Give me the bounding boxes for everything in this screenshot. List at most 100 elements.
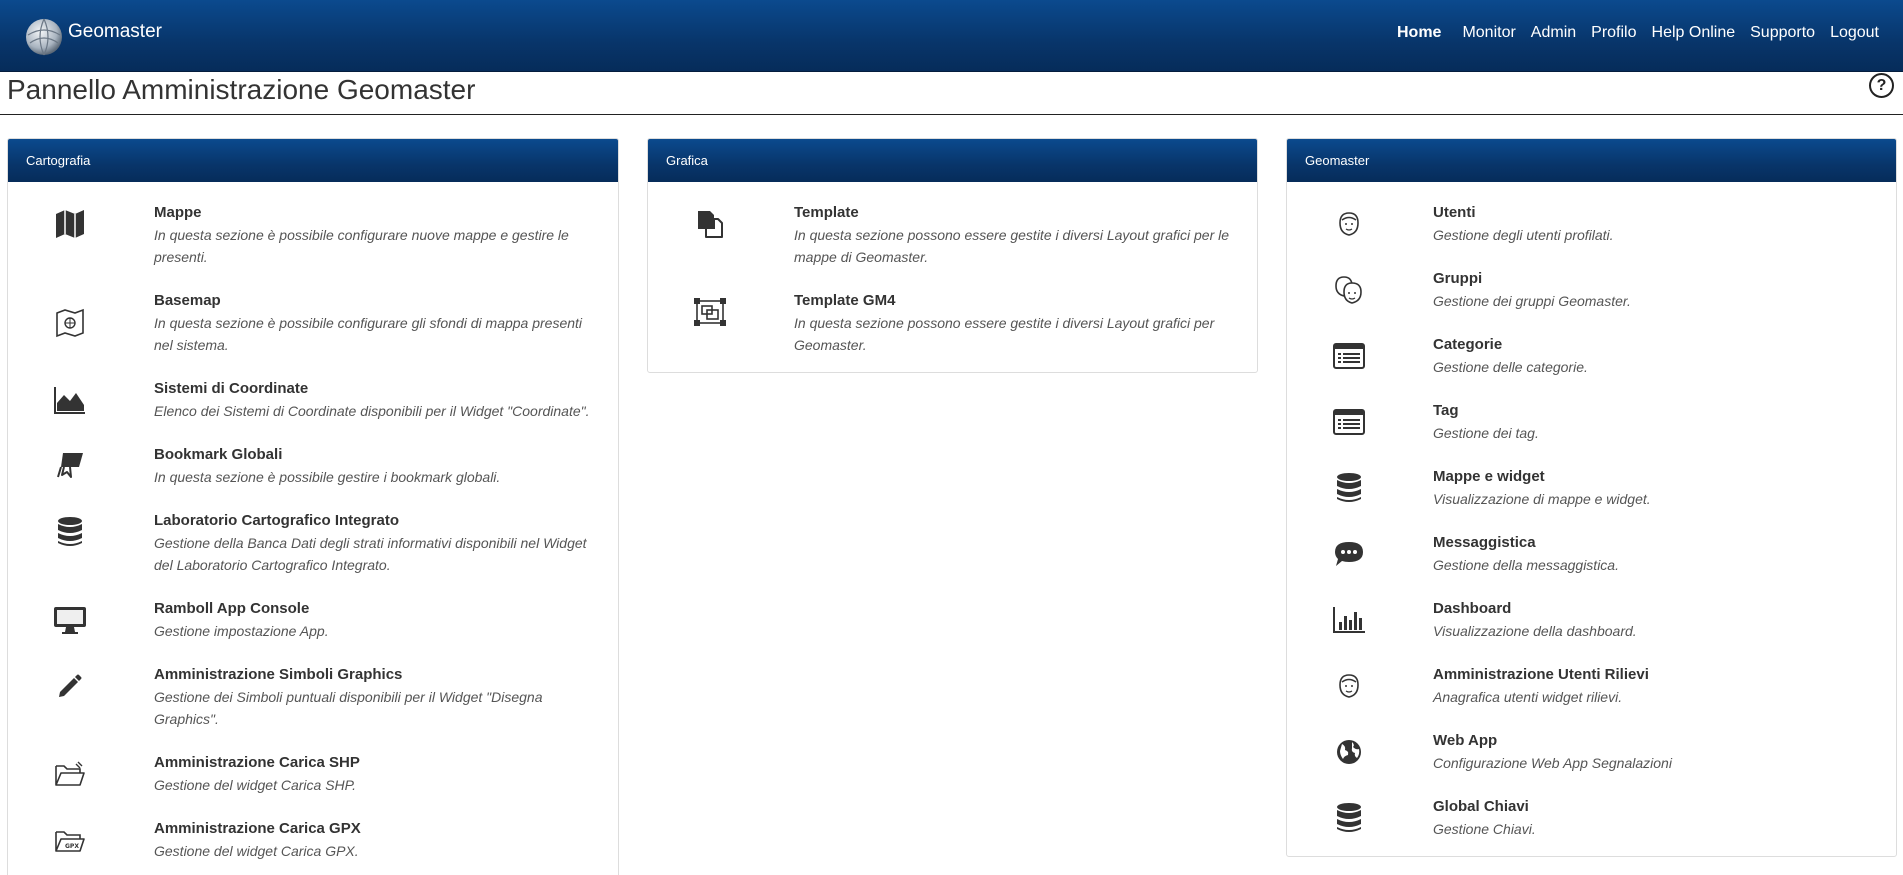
nav-monitor[interactable]: Monitor: [1462, 24, 1515, 42]
top-navbar: Geomaster Home Monitor Admin Profilo Hel…: [0, 0, 1903, 72]
item-title[interactable]: Dashboard: [1433, 598, 1876, 620]
item-title[interactable]: Global Chiavi: [1433, 796, 1876, 818]
admin-item-laboratorio-cartografico[interactable]: Laboratorio Cartografico Integrato Gesti…: [8, 510, 618, 598]
admin-item-bookmark-globali[interactable]: Bookmark Globali In questa sezione è pos…: [8, 444, 618, 510]
admin-item-carica-shp[interactable]: Amministrazione Carica SHP Gestione del …: [8, 752, 618, 818]
panel-geomaster: Geomaster Utenti Gestione degli utenti p…: [1286, 138, 1897, 857]
admin-item-web-app[interactable]: Web App Configurazione Web App Segnalazi…: [1287, 730, 1896, 796]
list-icon: [1323, 334, 1375, 378]
item-title[interactable]: Web App: [1433, 730, 1876, 752]
admin-item-simboli-graphics[interactable]: Amministrazione Simboli Graphics Gestion…: [8, 664, 618, 752]
area-chart-icon: [44, 378, 96, 422]
item-title[interactable]: Mappe: [154, 202, 598, 224]
admin-item-template-gm4[interactable]: Template GM4 In questa sezione possono e…: [648, 290, 1257, 372]
question-icon: ?: [1876, 76, 1887, 94]
comment-icon: [1323, 532, 1375, 576]
item-desc: Gestione impostazione App.: [154, 623, 329, 639]
admin-item-categorie[interactable]: Categorie Gestione delle categorie.: [1287, 334, 1896, 400]
nav-admin[interactable]: Admin: [1531, 24, 1576, 42]
nav-home[interactable]: Home: [1397, 24, 1441, 42]
item-title[interactable]: Categorie: [1433, 334, 1876, 356]
admin-item-utenti-rilievi[interactable]: Amministrazione Utenti Rilievi Anagrafic…: [1287, 664, 1896, 730]
item-title[interactable]: Tag: [1433, 400, 1876, 422]
admin-item-mappe-widget[interactable]: Mappe e widget Visualizzazione di mappe …: [1287, 466, 1896, 532]
svg-text:GPX: GPX: [65, 843, 79, 850]
item-title[interactable]: Laboratorio Cartografico Integrato: [154, 510, 598, 532]
item-desc: In questa sezione possono essere gestite…: [794, 227, 1230, 265]
admin-item-global-chiavi[interactable]: Global Chiavi Gestione Chiavi.: [1287, 796, 1896, 856]
item-title[interactable]: Amministrazione Utenti Rilievi: [1433, 664, 1876, 686]
admin-item-gruppi[interactable]: Gruppi Gestione dei gruppi Geomaster.: [1287, 268, 1896, 334]
nav-logout[interactable]: Logout: [1830, 24, 1879, 42]
item-desc: Visualizzazione di mappe e widget.: [1433, 491, 1651, 507]
item-title[interactable]: Messaggistica: [1433, 532, 1876, 554]
item-title[interactable]: Mappe e widget: [1433, 466, 1876, 488]
title-divider: [0, 114, 1903, 115]
admin-item-mappe[interactable]: Mappe In questa sezione è possibile conf…: [8, 202, 618, 290]
nav-help-online[interactable]: Help Online: [1652, 24, 1736, 42]
item-title[interactable]: Sistemi di Coordinate: [154, 378, 598, 400]
item-title[interactable]: Amministrazione Carica GPX: [154, 818, 598, 840]
item-title[interactable]: Amministrazione Simboli Graphics: [154, 664, 598, 686]
admin-item-dashboard[interactable]: Dashboard Visualizzazione della dashboar…: [1287, 598, 1896, 664]
panel-body: Template In questa sezione possono esser…: [648, 182, 1257, 372]
item-desc: Gestione del widget Carica SHP.: [154, 777, 357, 793]
panel-body: Utenti Gestione degli utenti profilati. …: [1287, 182, 1896, 856]
item-title[interactable]: Template: [794, 202, 1237, 224]
admin-item-messaggistica[interactable]: Messaggistica Gestione della messaggisti…: [1287, 532, 1896, 598]
item-desc: Gestione della messaggistica.: [1433, 557, 1619, 573]
geomaster-logo-icon: [26, 18, 62, 56]
bar-chart-icon: [1323, 598, 1375, 642]
nav-profilo[interactable]: Profilo: [1591, 24, 1636, 42]
panel-grafica: Grafica Template In questa sezione posso…: [647, 138, 1258, 373]
item-desc: Gestione della Banca Dati degli strati i…: [154, 535, 587, 573]
admin-item-template[interactable]: Template In questa sezione possono esser…: [648, 202, 1257, 290]
admin-item-carica-gpx[interactable]: GPX Amministrazione Carica GPX Gestione …: [8, 818, 618, 875]
admin-item-ramboll-app-console[interactable]: Ramboll App Console Gestione impostazion…: [8, 598, 618, 664]
brand[interactable]: Geomaster: [24, 14, 162, 60]
item-title[interactable]: Bookmark Globali: [154, 444, 598, 466]
admin-item-tag[interactable]: Tag Gestione dei tag.: [1287, 400, 1896, 466]
item-title[interactable]: Utenti: [1433, 202, 1876, 224]
panel-heading: Geomaster: [1287, 139, 1896, 182]
bookmark-icon: [44, 444, 96, 488]
item-title[interactable]: Ramboll App Console: [154, 598, 598, 620]
item-desc: Gestione delle categorie.: [1433, 359, 1588, 375]
map-icon: [44, 202, 96, 246]
brand-name: Geomaster: [68, 21, 162, 42]
user-icon: [1323, 202, 1375, 246]
globe-icon: [1323, 730, 1375, 774]
database-icon: [1323, 466, 1375, 510]
item-desc: In questa sezione è possibile configurar…: [154, 315, 583, 353]
item-desc: Anagrafica utenti widget rilievi.: [1433, 689, 1623, 705]
page-title: Pannello Amministrazione Geomaster: [7, 74, 476, 105]
help-button[interactable]: ?: [1869, 73, 1894, 98]
nav-menu: Home Monitor Admin Profilo Help Online S…: [1382, 24, 1879, 42]
folder-open-icon: [44, 752, 96, 796]
item-desc: Configurazione Web App Segnalazioni: [1433, 755, 1672, 771]
item-title[interactable]: Gruppi: [1433, 268, 1876, 290]
admin-item-utenti[interactable]: Utenti Gestione degli utenti profilati.: [1287, 202, 1896, 268]
template-icon: [684, 202, 736, 246]
template-gm4-icon: [684, 290, 736, 334]
panel-body: Mappe In questa sezione è possibile conf…: [8, 182, 618, 875]
nav-supporto[interactable]: Supporto: [1750, 24, 1815, 42]
item-desc: Gestione Chiavi.: [1433, 821, 1536, 837]
item-desc: Elenco dei Sistemi di Coordinate disponi…: [154, 403, 590, 419]
item-desc: Gestione dei gruppi Geomaster.: [1433, 293, 1631, 309]
users-group-icon: [1323, 268, 1375, 312]
item-desc: In questa sezione è possibile gestire i …: [154, 469, 501, 485]
panel-heading: Grafica: [648, 139, 1257, 182]
panel-cartografia: Cartografia Mappe In questa sezione è po…: [7, 138, 619, 875]
admin-item-sistemi-coordinate[interactable]: Sistemi di Coordinate Elenco dei Sistemi…: [8, 378, 618, 444]
item-desc: In questa sezione è possibile configurar…: [154, 227, 569, 265]
item-title[interactable]: Amministrazione Carica SHP: [154, 752, 598, 774]
item-title[interactable]: Basemap: [154, 290, 598, 312]
item-desc: Visualizzazione della dashboard.: [1433, 623, 1637, 639]
monitor-icon: [44, 598, 96, 642]
admin-item-basemap[interactable]: Basemap In questa sezione è possibile co…: [8, 290, 618, 378]
item-desc: Gestione del widget Carica GPX.: [154, 843, 359, 859]
list-icon: [1323, 400, 1375, 444]
basemap-icon: [44, 290, 96, 356]
item-title[interactable]: Template GM4: [794, 290, 1237, 312]
